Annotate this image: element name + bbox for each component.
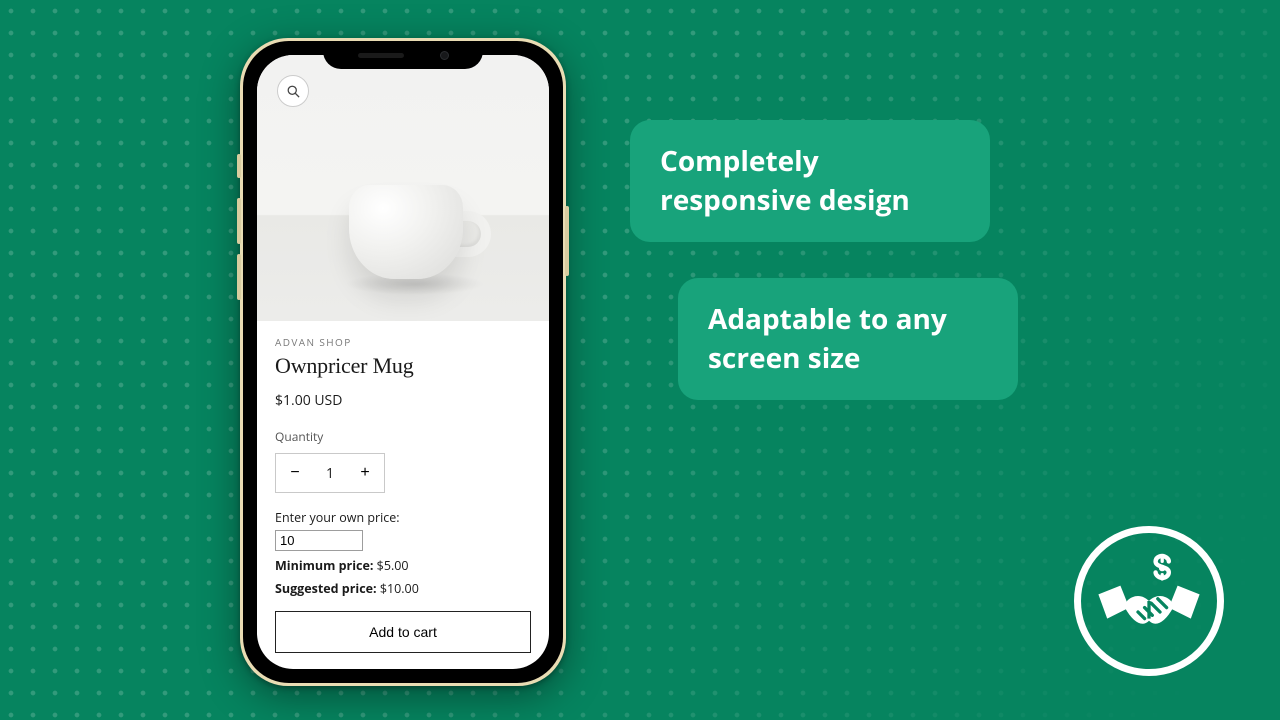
product-title: Ownpricer Mug xyxy=(275,353,531,379)
phone-notch xyxy=(323,41,483,69)
own-price-label: Enter your own price: xyxy=(275,509,531,526)
product-image xyxy=(257,55,549,321)
mug-body xyxy=(349,185,463,279)
product-vendor: ADVAN SHOP xyxy=(275,335,531,349)
product-body: ADVAN SHOP Ownpricer Mug $1.00 USD Quant… xyxy=(257,321,549,669)
min-price-row: Minimum price: $5.00 xyxy=(275,557,531,574)
zoom-button[interactable] xyxy=(277,75,309,107)
callout-adaptable: Adaptable to any screen size xyxy=(678,278,1018,400)
phone-screen: ADVAN SHOP Ownpricer Mug $1.00 USD Quant… xyxy=(257,55,549,669)
suggested-price-row: Suggested price: $10.00 xyxy=(275,580,531,597)
product-price: $1.00 USD xyxy=(275,391,531,410)
phone-bezel: ADVAN SHOP Ownpricer Mug $1.00 USD Quant… xyxy=(243,41,563,683)
quantity-label: Quantity xyxy=(275,428,531,445)
phone-volume-down xyxy=(237,254,241,300)
qty-value: 1 xyxy=(314,464,346,483)
speaker-slot xyxy=(358,53,404,58)
min-price-label: Minimum price: xyxy=(275,557,373,574)
marketing-slide: ADVAN SHOP Ownpricer Mug $1.00 USD Quant… xyxy=(0,0,1280,720)
phone-volume-up xyxy=(237,198,241,244)
quantity-stepper: − 1 + xyxy=(275,453,385,493)
qty-plus-button[interactable]: + xyxy=(346,454,384,492)
callout-responsive: Completely responsive design xyxy=(630,120,990,242)
suggested-price-label: Suggested price: xyxy=(275,580,377,597)
add-to-cart-button[interactable]: Add to cart xyxy=(275,611,531,653)
phone-mute-switch xyxy=(237,154,241,178)
suggested-price-value: $10.00 xyxy=(380,580,419,597)
phone-frame: ADVAN SHOP Ownpricer Mug $1.00 USD Quant… xyxy=(240,38,566,686)
own-price-input[interactable] xyxy=(275,530,363,551)
magnifier-icon xyxy=(286,84,301,99)
handshake-dollar-icon xyxy=(1094,546,1204,656)
min-price-value: $5.00 xyxy=(377,557,409,574)
phone-power-button xyxy=(565,206,569,276)
front-camera xyxy=(440,51,449,60)
qty-minus-button[interactable]: − xyxy=(276,454,314,492)
handshake-badge xyxy=(1074,526,1224,676)
